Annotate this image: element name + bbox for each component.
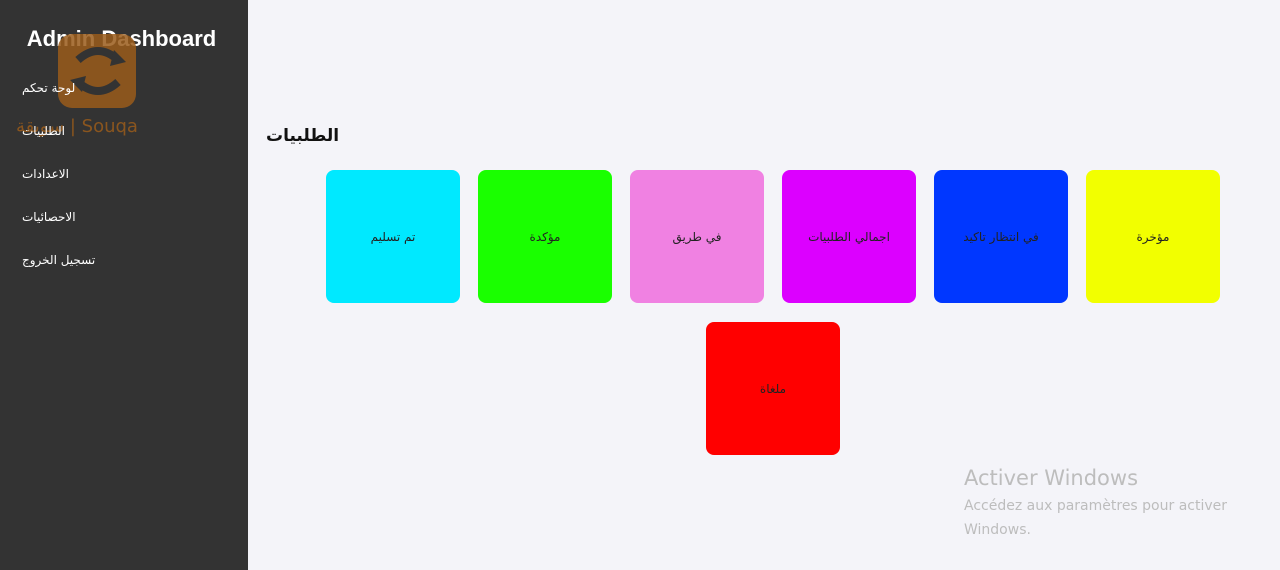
- card-confirmed[interactable]: مؤكدة: [478, 170, 612, 303]
- card-pending-confirmation[interactable]: في انتظار تاكيد: [934, 170, 1068, 303]
- card-delivered[interactable]: تم تسليم: [326, 170, 460, 303]
- sidebar-item-orders[interactable]: الطلبيات: [22, 121, 95, 164]
- watermark-title: Activer Windows: [964, 466, 1139, 490]
- sidebar-item-logout[interactable]: تسجيل الخروج: [22, 250, 95, 293]
- windows-activation-watermark: Activer Windows Accédez aux paramètres p…: [964, 466, 1227, 542]
- sidebar-nav: لوحة تحكم الطلبيات الاعدادات الاحصائيات …: [22, 78, 95, 293]
- sidebar-item-dashboard[interactable]: لوحة تحكم: [22, 78, 95, 121]
- sidebar-item-settings[interactable]: الاعدادات: [22, 164, 95, 207]
- page-title: الطلبيات: [266, 126, 340, 146]
- sidebar: Admin Dashboard سويقة | Souqa لوحة تحكم …: [0, 0, 248, 570]
- card-cancelled[interactable]: ملغاة: [706, 322, 840, 455]
- watermark-line-1: Accédez aux paramètres pour activer: [964, 498, 1228, 514]
- sidebar-item-statistics[interactable]: الاحصائيات: [22, 207, 95, 250]
- card-in-transit[interactable]: في طريق: [630, 170, 764, 303]
- card-delayed[interactable]: مؤخرة: [1086, 170, 1220, 303]
- app-title: Admin Dashboard: [26, 26, 217, 51]
- card-total-orders[interactable]: اجمالي الطلبيات: [782, 170, 916, 303]
- watermark-line-2: Windows.: [964, 522, 1031, 538]
